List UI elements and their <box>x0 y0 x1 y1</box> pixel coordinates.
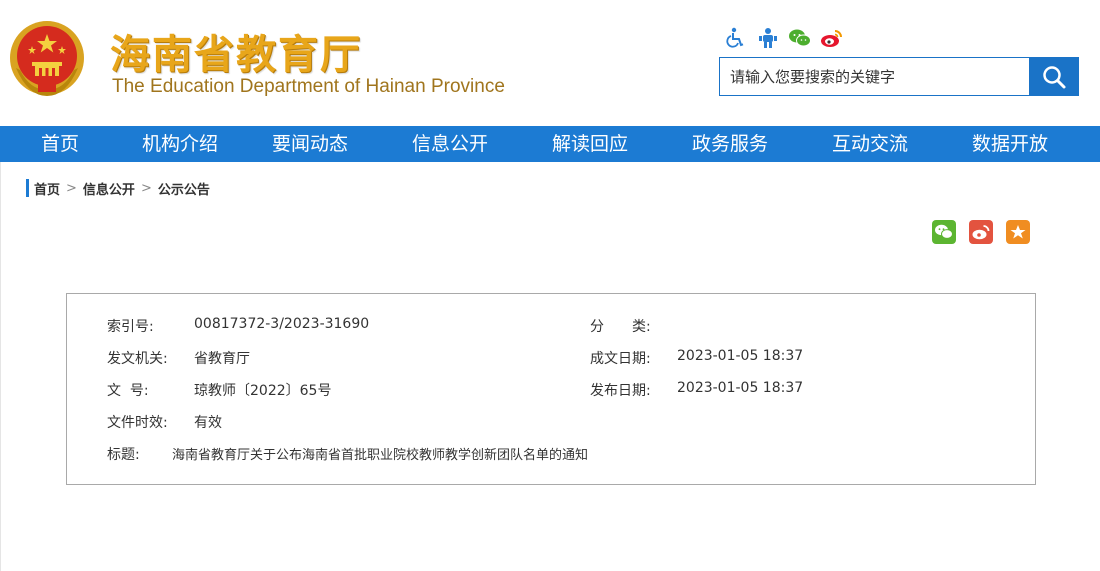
nav-item-interpretation[interactable]: 解读回应 <box>520 126 660 162</box>
top-icon-bar <box>724 26 844 50</box>
nav-item-open-data[interactable]: 数据开放 <box>940 126 1080 162</box>
index-value: 00817372-3/2023-31690 <box>194 316 370 332</box>
breadcrumb-separator: > <box>140 180 152 196</box>
created-date-value: 2023-01-05 18:37 <box>677 348 804 364</box>
search-icon <box>1043 65 1066 88</box>
category-label: 分 类: <box>590 319 651 335</box>
title-label: 标题: <box>107 447 140 463</box>
accessibility-icon[interactable] <box>724 26 748 50</box>
site-title: 海南省教育厅 <box>110 32 362 78</box>
document-info-box: 索引号: 00817372-3/2023-31690 分 类: 发文机关: 省教… <box>66 293 1036 485</box>
nav-item-disclosure[interactable]: 信息公开 <box>380 126 520 162</box>
nav-item-about[interactable]: 机构介绍 <box>120 126 240 162</box>
site-subtitle: The Education Department of Hainan Provi… <box>112 76 505 97</box>
search-input[interactable] <box>719 57 1030 96</box>
issuer-value: 省教育厅 <box>194 351 250 367</box>
published-date-label: 发布日期: <box>590 383 651 399</box>
breadcrumb-home[interactable]: 首页 <box>34 179 60 198</box>
validity-value: 有效 <box>194 415 222 431</box>
index-row: 索引号: <box>107 316 154 336</box>
weibo-icon[interactable] <box>820 26 844 50</box>
favorite-icon[interactable] <box>1006 220 1030 244</box>
breadcrumb: 首页 > 信息公开 > 公示公告 <box>26 179 210 198</box>
share-bar <box>932 220 1030 244</box>
weibo-share-icon[interactable] <box>969 220 993 244</box>
title-value: 海南省教育厅关于公布海南省首批职业院校教师教学创新团队名单的通知 <box>172 448 589 463</box>
published-date-value: 2023-01-05 18:37 <box>677 380 804 396</box>
doc-number-label: 文 号: <box>107 383 149 399</box>
page-edge <box>0 162 1 571</box>
index-label: 索引号: <box>107 319 154 335</box>
validity-label: 文件时效: <box>107 415 168 431</box>
nav-item-home[interactable]: 首页 <box>0 126 120 162</box>
main-nav: 首页 机构介绍 要闻动态 信息公开 解读回应 政务服务 互动交流 数据开放 <box>0 126 1100 162</box>
wechat-share-icon[interactable] <box>932 220 956 244</box>
nav-item-interaction[interactable]: 互动交流 <box>800 126 940 162</box>
search-button[interactable] <box>1029 57 1079 96</box>
wechat-icon[interactable] <box>788 26 812 50</box>
site-header: 海南省教育厅 The Education Department of Haina… <box>0 0 1100 126</box>
issuer-label: 发文机关: <box>107 351 168 367</box>
nav-item-services[interactable]: 政务服务 <box>660 126 800 162</box>
breadcrumb-separator: > <box>66 180 77 196</box>
national-emblem-icon <box>10 21 84 96</box>
nav-item-news[interactable]: 要闻动态 <box>240 126 380 162</box>
doc-number-value: 琼教师〔2022〕65号 <box>194 383 332 399</box>
breadcrumb-disclosure[interactable]: 信息公开 <box>83 179 135 198</box>
created-date-label: 成文日期: <box>590 351 651 367</box>
breadcrumb-announcements[interactable]: 公示公告 <box>158 179 210 198</box>
elder-mode-icon[interactable] <box>756 26 780 50</box>
